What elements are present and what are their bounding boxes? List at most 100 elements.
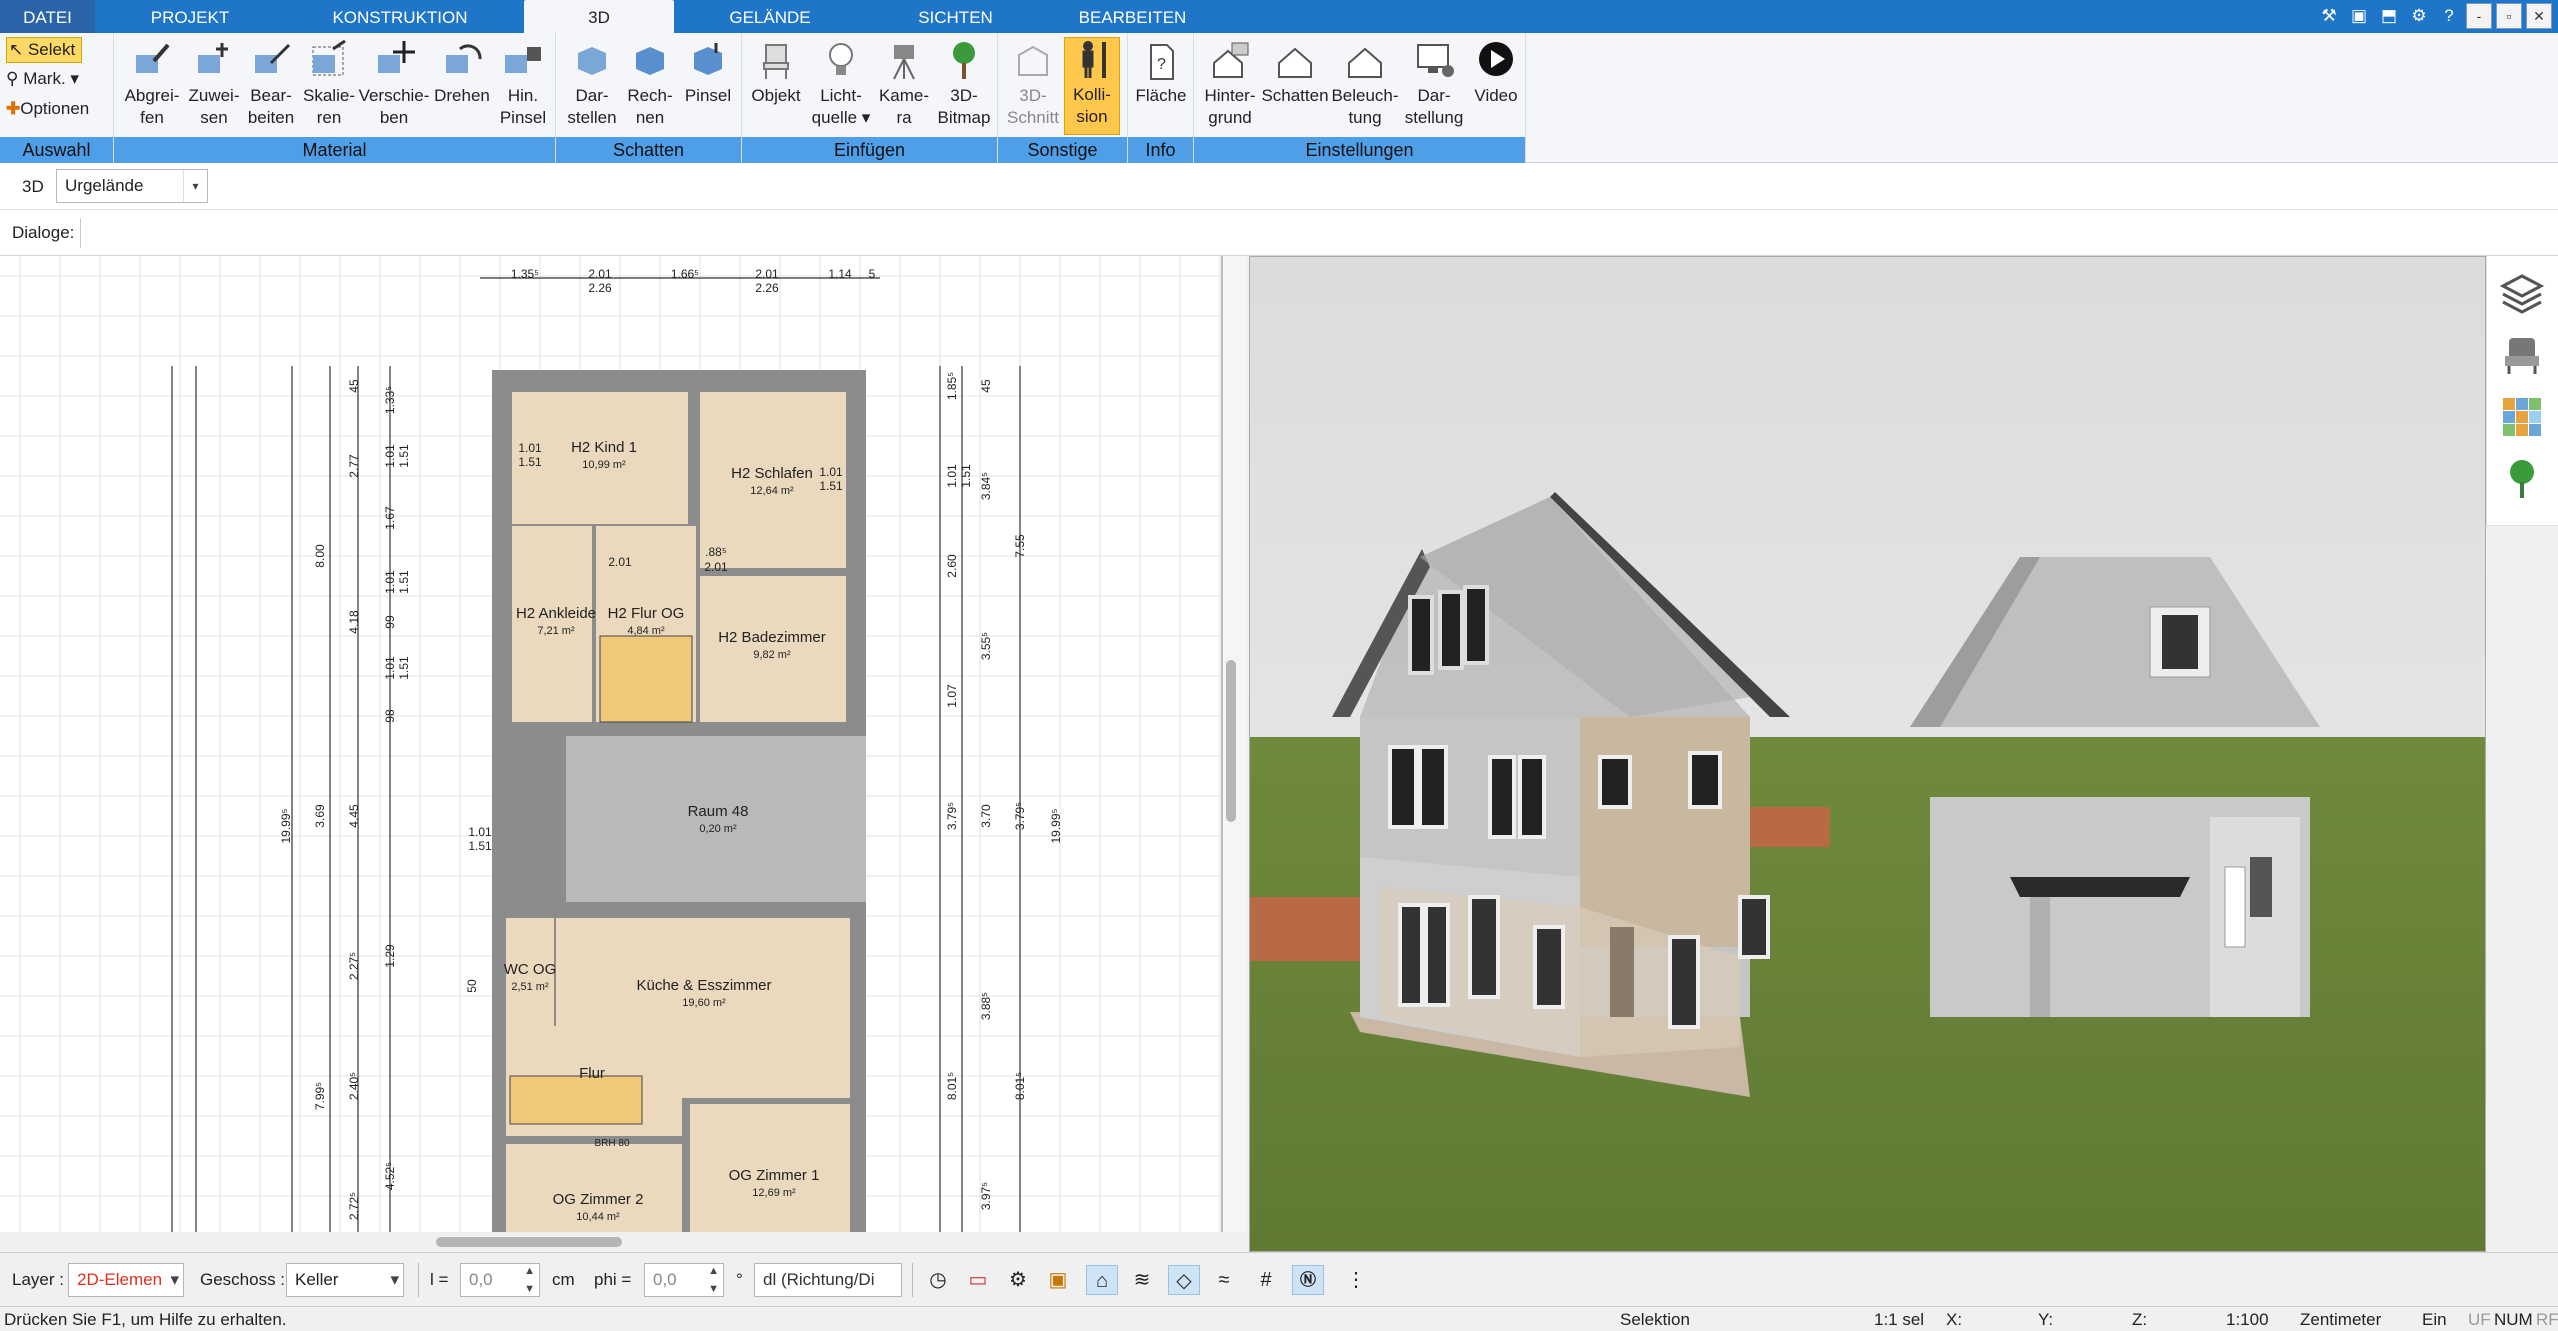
left-dimension-text: 50 — [465, 979, 479, 993]
video-button[interactable]: Video — [1468, 39, 1524, 107]
help-icon[interactable]: ? — [2436, 3, 2462, 29]
left-dimension-text: 1.29 — [383, 944, 397, 968]
terrain-combo[interactable]: Urgelände ▾ — [56, 169, 208, 203]
darstellen-label-2: stellen — [567, 108, 617, 127]
geschoss-select[interactable]: Keller ▾ — [286, 1263, 404, 1297]
hin-pinsel-button[interactable]: Hin. Pinsel — [492, 39, 554, 129]
schatten-pinsel-button[interactable]: Pinsel — [680, 39, 736, 107]
kamera-button[interactable]: Kame-ra — [874, 39, 934, 129]
zuweisen-button[interactable]: Zuwei-sen — [183, 39, 245, 129]
wave-icon[interactable]: ≈ — [1208, 1265, 1240, 1295]
3d-view[interactable] — [1249, 256, 2486, 1252]
plan-vertical-scroll-thumb[interactable] — [1226, 660, 1236, 822]
selekt-label: Selekt — [27, 40, 76, 59]
mark-button[interactable]: ⚲ Mark. ▾ — [6, 67, 79, 91]
opening-text: 1.51 — [819, 479, 843, 493]
group-title-info: Info — [1128, 137, 1193, 163]
floor-plan-canvas[interactable]: 1.35⁵ 2.01 1.66⁵ 2.01 1.14 5 2.26 2.26 H2 Kind 1… — [0, 256, 1223, 1232]
right-dimension-text: 3.79⁵ — [1013, 802, 1027, 830]
schatten-rechnen-button[interactable]: Rech-nen — [620, 39, 680, 129]
bearbeiten-button[interactable]: Bear-beiten — [242, 39, 300, 129]
darstellung-label-1: Dar- — [1417, 86, 1451, 105]
layer-select[interactable]: 2D-Elemen ▾ — [68, 1263, 184, 1297]
layers-icon[interactable] — [2499, 270, 2545, 316]
drehen-button[interactable]: Drehen — [432, 39, 492, 107]
dialoge-label: Dialoge: — [12, 223, 75, 242]
floor-plan-view[interactable]: 1.35⁵ 2.01 1.66⁵ 2.01 1.14 5 2.26 2.26 H2 Kind 1… — [0, 256, 1223, 1232]
verschieben-button[interactable]: Verschie-ben — [356, 39, 432, 129]
abgreifen-button[interactable]: Abgrei-fen — [120, 39, 184, 129]
plan-horizontal-scroll-thumb[interactable] — [436, 1237, 622, 1247]
geschoss-label: Geschoss : — [200, 1270, 286, 1289]
top-dimension-text: 1.14 — [828, 267, 852, 281]
darstellung-button[interactable]: Dar-stellung — [1400, 39, 1468, 129]
status-x: X: — [1946, 1310, 1963, 1329]
beleuchtung-button[interactable]: Beleuch-tung — [1330, 39, 1400, 129]
clock-icon[interactable]: ◷ — [922, 1265, 954, 1295]
selekt-button[interactable]: ↖ Selekt — [6, 37, 83, 63]
left-dimension-text: 1.01 — [383, 656, 397, 680]
restore-button[interactable]: ▫ — [2496, 3, 2522, 29]
grid-icon[interactable]: # — [1250, 1265, 1282, 1295]
minimize-button[interactable]: ‑ — [2466, 3, 2492, 29]
group-title-auswahl: Auswahl — [0, 137, 113, 163]
schatten-darstellen-button[interactable]: Dar-stellen — [560, 39, 624, 129]
flaeche-button[interactable]: ? Fläche — [1132, 39, 1190, 107]
objekt-button[interactable]: Objekt — [746, 39, 806, 107]
3d-house-render[interactable] — [1250, 257, 2486, 1252]
pin-icon[interactable]: ⬒ — [2376, 3, 2402, 29]
kollision-button[interactable]: Kolli-sion — [1064, 37, 1120, 135]
more-options-icon[interactable]: ⋮ — [1340, 1265, 1372, 1295]
tab-datei[interactable]: DATEI — [0, 0, 95, 33]
settings-icon[interactable]: ⚙ — [2406, 3, 2432, 29]
terrain-icon[interactable]: ≋ — [1126, 1265, 1158, 1295]
layer-label: Layer : — [12, 1270, 64, 1289]
length-input[interactable]: 0,0 ▲ ▼ — [460, 1263, 540, 1297]
hintergrund-label-2: grund — [1208, 108, 1252, 127]
floor-plane-icon[interactable]: ◇ — [1168, 1265, 1200, 1295]
top-dimension-text: 5 — [869, 267, 876, 281]
save-icon[interactable]: ▣ — [2346, 3, 2372, 29]
ribbon: ↖ Selekt ⚲ Mark. ▾ ✚Optionen Auswahl Mat… — [0, 33, 2558, 163]
tab-sichten[interactable]: SICHTEN — [888, 0, 1023, 33]
close-button[interactable]: ✕ — [2526, 3, 2552, 29]
tab-gelaende[interactable]: GELÄNDE — [700, 0, 840, 33]
armchair-icon[interactable] — [2499, 332, 2545, 378]
status-rf: RF — [2536, 1310, 2558, 1329]
abgreifen-label-2: fen — [140, 108, 164, 127]
spinner-icon[interactable]: ▲ ▼ — [708, 1262, 719, 1298]
status-z: Z: — [2132, 1310, 2148, 1329]
room-name-label: Raum 48 — [688, 803, 749, 820]
objects-icon[interactable]: ▣ — [1042, 1265, 1074, 1295]
optionen-button[interactable]: ✚Optionen — [6, 97, 89, 121]
tab-projekt[interactable]: PROJEKT — [125, 0, 255, 33]
house-light-icon — [1348, 47, 1382, 78]
tab-konstruktion[interactable]: KONSTRUKTION — [310, 0, 490, 33]
direction-select[interactable]: dl (Richtung/Di — [754, 1263, 902, 1297]
3d-bitmap-button[interactable]: 3D- Bitmap — [934, 39, 994, 129]
lichtquelle-label-1: Licht- — [820, 86, 862, 105]
tools-icon[interactable]: ⚒ — [2316, 3, 2342, 29]
optionen-label: Optionen — [20, 99, 90, 118]
einstellung-schatten-button[interactable]: Schatten — [1260, 39, 1330, 107]
tab-3d[interactable]: 3D — [524, 0, 674, 33]
left-dimension-text: 1.67 — [383, 506, 397, 530]
camera-path-icon[interactable]: ⚙ — [1002, 1265, 1034, 1295]
north-arrow-icon[interactable]: Ⓝ — [1292, 1265, 1324, 1295]
left-dimension-text: 2.40⁵ — [347, 1072, 361, 1100]
material-palette-icon[interactable] — [2499, 394, 2545, 440]
roof-icon[interactable]: ⌂ — [1086, 1265, 1118, 1295]
lichtquelle-button[interactable]: Licht-quelle ▾ — [808, 39, 874, 129]
tree-icon[interactable] — [2499, 456, 2545, 502]
group-title-sonstige: Sonstige — [998, 137, 1127, 163]
phi-input[interactable]: 0,0 ▲ ▼ — [644, 1263, 724, 1297]
right-dimension-text: 3.84⁵ — [979, 472, 993, 500]
3d-schnitt-label-1: 3D- — [1019, 86, 1047, 105]
hintergrund-button[interactable]: Hinter-grund — [1198, 39, 1262, 129]
monitor-settings-icon — [1417, 44, 1454, 77]
spinner-icon[interactable]: ▲ ▼ — [524, 1262, 535, 1298]
skalieren-button[interactable]: Skalie-ren — [298, 39, 360, 129]
screen-icon[interactable]: ▭ — [962, 1265, 994, 1295]
3d-schnitt-button[interactable]: 3D- Schnitt — [1002, 39, 1064, 129]
tab-bearbeiten[interactable]: BEARBEITEN — [1045, 0, 1220, 33]
